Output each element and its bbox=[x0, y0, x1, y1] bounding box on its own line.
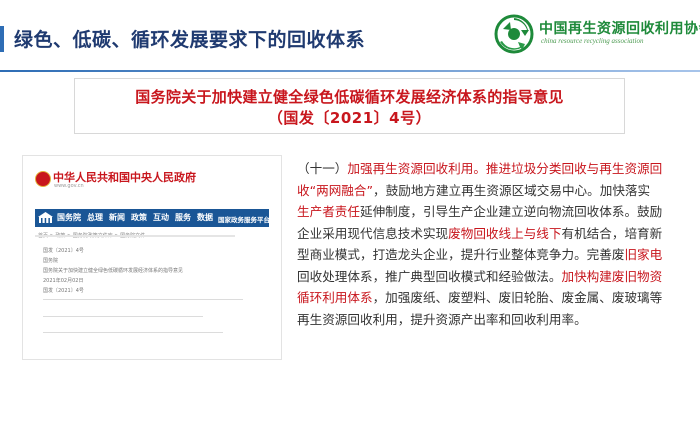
gov-divider bbox=[43, 332, 223, 333]
slide-header: 绿色、低碳、循环发展要求下的回收体系 中国再生资源回收利用协会 china re… bbox=[0, 0, 700, 72]
national-emblem-icon bbox=[35, 171, 51, 187]
excerpt-line: 企业采用现代信息技术实现废物回收线上与线下有机结合，培育新 bbox=[297, 225, 663, 241]
gov-nav-item-news[interactable]: 新闻 bbox=[109, 212, 125, 223]
gov-doc-row: 国发〔2021〕4号 bbox=[43, 248, 84, 254]
highlight-text: 生产者责任 bbox=[297, 204, 360, 219]
highlight-text: 循环利用体系 bbox=[297, 290, 373, 305]
highlight-text: 加快构建废旧物资 bbox=[561, 268, 663, 284]
highlight-text: 加强再生资源回收利用。推进垃圾分类回收与再生资源回 bbox=[347, 161, 663, 176]
excerpt-line: 回收处理体系，推广典型回收模式和经验做法。加快构建废旧物资 bbox=[297, 268, 663, 284]
excerpt-line: 收“两网融合”，鼓励地方建立再生资源区域交易中心。加快落实 bbox=[297, 182, 651, 198]
header-divider bbox=[0, 70, 700, 72]
excerpt-line: （十一）加强再生资源回收利用。推进垃圾分类回收与再生资源回 bbox=[297, 161, 663, 176]
document-title-box: 国务院关于加快建立健全绿色低碳循环发展经济体系的指导意见 （国发〔2021〕4号… bbox=[74, 78, 625, 134]
gov-nav-item-state-council[interactable]: 国务院 bbox=[57, 212, 81, 223]
gov-nav-item-data[interactable]: 数据 bbox=[197, 212, 213, 223]
gov-doc-row: 国务院 bbox=[43, 258, 59, 264]
excerpt-line: 再生资源回收利用，提升资源产出率和回收利用率。 bbox=[297, 311, 587, 327]
highlight-text: 废物回收线上与线下 bbox=[448, 225, 562, 241]
gov-doc-row: 国务院关于加快建立健全绿色低碳循环发展经济体系的指导意见 bbox=[43, 268, 184, 274]
gov-divider bbox=[43, 316, 203, 317]
association-logo-icon bbox=[494, 14, 534, 54]
gov-nav-item-interact[interactable]: 互动 bbox=[153, 212, 169, 223]
excerpt-line: 循环利用体系，加强废纸、废塑料、废旧轮胎、废金属、废玻璃等 bbox=[297, 290, 663, 305]
gov-breadcrumb-divider bbox=[35, 235, 235, 237]
gov-nav-item-platform[interactable]: 国家政务服务平台 bbox=[218, 214, 270, 224]
logo-text-en: china resource recycling association bbox=[541, 37, 644, 45]
highlight-text: 收“两网融合” bbox=[297, 182, 374, 198]
home-icon bbox=[38, 212, 53, 223]
header-accent-bar bbox=[0, 26, 4, 52]
gov-nav-bar: 国务院 总理 新闻 政策 互动 服务 数据 国家政务服务平台 bbox=[35, 209, 270, 227]
gov-doc-row: 国发〔2021〕4号 bbox=[43, 288, 84, 294]
logo-text-cn: 中国再生资源回收利用协会 bbox=[539, 21, 700, 37]
gov-doc-row: 2021年02月02日 bbox=[43, 278, 84, 284]
excerpt-line: 型商业模式，打造龙头企业，提升行业整体竞争力。完善废旧家电 bbox=[297, 247, 663, 262]
gov-nav-item-policy[interactable]: 政策 bbox=[131, 212, 147, 223]
document-title: 国务院关于加快建立健全绿色低碳循环发展经济体系的指导意见 bbox=[135, 88, 564, 106]
gov-nav-item-service[interactable]: 服务 bbox=[175, 212, 191, 223]
gov-divider bbox=[43, 299, 243, 300]
gov-site-url: www.gov.cn bbox=[54, 183, 84, 189]
gov-nav-item-premier[interactable]: 总理 bbox=[87, 212, 103, 223]
gov-website-screenshot: 中华人民共和国中央人民政府 www.gov.cn 国务院 总理 新闻 政策 互动… bbox=[22, 155, 282, 360]
slide-title: 绿色、低碳、循环发展要求下的回收体系 bbox=[14, 29, 366, 51]
highlight-text: 旧家电 bbox=[624, 247, 663, 262]
excerpt-line: 生产者责任延伸制度，引导生产企业建立逆向物流回收体系。鼓励 bbox=[297, 204, 663, 219]
policy-excerpt: （十一）加强再生资源回收利用。推进垃圾分类回收与再生资源回 收“两网融合”，鼓励… bbox=[297, 158, 682, 330]
document-number: （国发〔2021〕4号） bbox=[267, 109, 432, 127]
